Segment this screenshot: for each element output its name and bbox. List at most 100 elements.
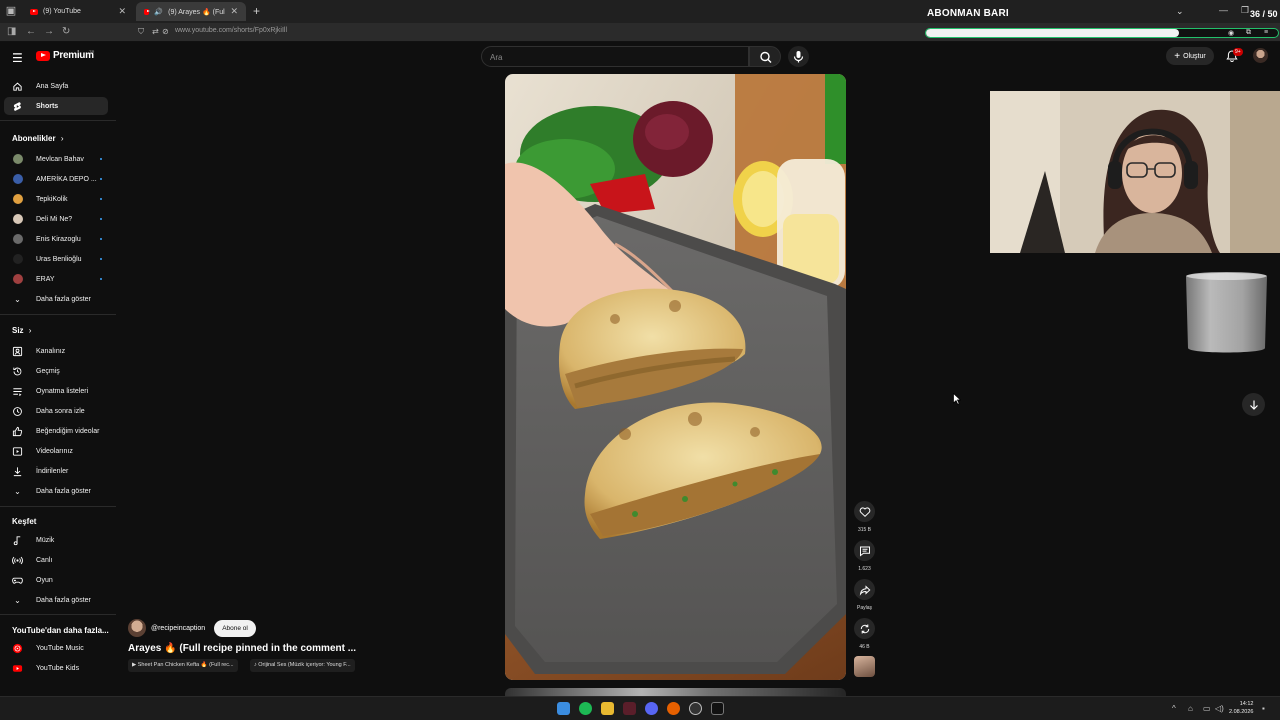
menu-icon[interactable]: ≡ bbox=[1264, 29, 1268, 36]
subscription-item[interactable]: TepkiKolik bbox=[4, 190, 108, 208]
download-icon bbox=[13, 466, 22, 476]
search-input[interactable]: Ara bbox=[481, 46, 749, 67]
sidebar-item-youtube-music[interactable]: YouTube Music bbox=[4, 639, 108, 657]
site-settings-icon[interactable]: ⇄ bbox=[152, 27, 159, 36]
browser-tab-shorts[interactable]: 🔊 (9) Arayes 🔥 (Full recipe p ✕ bbox=[136, 2, 246, 21]
create-label: Oluştur bbox=[1183, 52, 1206, 60]
account-avatar[interactable] bbox=[1253, 48, 1268, 63]
sidebar-item-youtube-kids[interactable]: YouTube Kids bbox=[4, 659, 108, 677]
home-icon bbox=[13, 81, 22, 91]
channel-avatar[interactable] bbox=[128, 619, 146, 637]
speaker-icon: 🔊 bbox=[154, 8, 164, 16]
channel-avatar bbox=[12, 234, 23, 244]
discord-icon[interactable] bbox=[645, 702, 658, 715]
sidebar-item-history[interactable]: Geçmiş bbox=[4, 362, 108, 380]
notification-center-icon[interactable]: ▪ bbox=[1262, 704, 1265, 713]
system-clock[interactable]: 14:12 2.08.2026 bbox=[1229, 700, 1253, 716]
create-button[interactable]: + Oluştur bbox=[1166, 47, 1214, 65]
next-short-preview[interactable] bbox=[505, 688, 846, 696]
sidebar-item-your-channel[interactable]: Kanalınız bbox=[4, 342, 108, 360]
comments-button[interactable] bbox=[854, 540, 875, 561]
restore-icon[interactable]: ❐ bbox=[1241, 5, 1249, 16]
subscription-item[interactable]: Deli Mi Ne? bbox=[4, 210, 108, 228]
browser-tab-bar: ▣ (9) YouTube ✕ 🔊 (9) Arayes 🔥 (Full rec… bbox=[0, 0, 1280, 23]
thumbs-up-icon bbox=[12, 426, 23, 436]
subscription-item[interactable]: ERAY bbox=[4, 270, 108, 288]
sidebar-item-downloads[interactable]: İndirilenler bbox=[4, 462, 108, 480]
sidebar-item-music[interactable]: Müzik bbox=[4, 531, 108, 549]
sound-thumbnail[interactable] bbox=[854, 656, 875, 677]
show-more-you[interactable]: ⌄ Daha fazla göster bbox=[4, 482, 108, 500]
short-title[interactable]: Arayes 🔥 (Full recipe pinned in the comm… bbox=[128, 643, 356, 654]
new-tab-icon[interactable]: + bbox=[253, 4, 260, 18]
voice-search-button[interactable] bbox=[788, 46, 809, 67]
comment-icon bbox=[859, 546, 870, 557]
file-explorer-icon[interactable] bbox=[601, 702, 614, 715]
shorts-video-player[interactable] bbox=[505, 74, 846, 680]
reload-icon[interactable]: ↻ bbox=[62, 26, 70, 38]
show-more-label: Daha fazla göster bbox=[36, 295, 91, 303]
sound-chip[interactable]: ♪ Orijinal Ses (Müzik içeriyor: Young F.… bbox=[250, 659, 355, 672]
like-button[interactable] bbox=[854, 501, 875, 522]
tab-actions-icon[interactable]: ▣ bbox=[4, 4, 18, 18]
related-video-chip[interactable]: ▶ Sheet Pan Chicken Kefta 🔥 (Full rec... bbox=[128, 659, 238, 672]
share-button[interactable] bbox=[854, 579, 875, 600]
channel-avatar bbox=[12, 274, 23, 284]
search-button[interactable] bbox=[749, 46, 781, 67]
sidebar-item-gaming[interactable]: Oyun bbox=[4, 571, 108, 589]
show-more-explore[interactable]: ⌄ Daha fazla göster bbox=[4, 591, 108, 609]
extensions-icon[interactable]: ⧉ bbox=[1246, 29, 1251, 37]
youtube-premium-logo[interactable]: Premium bbox=[36, 50, 94, 61]
url-field[interactable]: www.youtube.com/shorts/Fp0xRjkiIll bbox=[175, 27, 287, 34]
minimize-icon[interactable]: — bbox=[1219, 5, 1228, 15]
chevron-up-icon[interactable]: ^ bbox=[1172, 704, 1176, 713]
subscribe-button[interactable]: Abone ol bbox=[214, 619, 256, 637]
comment-count: 1.623 bbox=[858, 566, 871, 572]
chevron-down-icon[interactable]: ⌄ bbox=[1176, 6, 1184, 17]
sidebar-item-label: Canlı bbox=[36, 556, 53, 564]
forward-icon[interactable]: → bbox=[44, 26, 54, 38]
notification-badge: 9+ bbox=[1233, 48, 1243, 56]
sidebar-item-your-videos[interactable]: Videolarınız bbox=[4, 442, 108, 460]
mouse-cursor-icon bbox=[953, 393, 961, 405]
show-more-subscriptions[interactable]: ⌄ Daha fazla göster bbox=[4, 290, 108, 308]
section-title: Abonelikler bbox=[12, 134, 56, 143]
app-icon[interactable] bbox=[623, 702, 636, 715]
back-icon[interactable]: ← bbox=[26, 26, 36, 38]
next-short-button[interactable] bbox=[1242, 393, 1265, 416]
volume-icon[interactable]: ◁) bbox=[1215, 704, 1224, 713]
network-icon[interactable]: ▭ bbox=[1203, 704, 1211, 713]
terminal-icon[interactable] bbox=[711, 702, 724, 715]
youtube-logo-icon bbox=[36, 50, 50, 61]
remix-button[interactable] bbox=[854, 618, 875, 639]
you-header[interactable]: Siz › bbox=[12, 326, 31, 335]
new-content-dot bbox=[100, 218, 102, 220]
shield-icon[interactable]: ⛉ bbox=[138, 27, 144, 37]
close-tab-icon[interactable]: ✕ bbox=[230, 6, 238, 17]
browser-tab-youtube[interactable]: (9) YouTube ✕ bbox=[22, 2, 134, 21]
section-title: Siz bbox=[12, 326, 24, 335]
subscription-item[interactable]: AMERİKA DEPO ... bbox=[4, 170, 108, 188]
spotify-icon[interactable] bbox=[579, 702, 592, 715]
sidebar-toggle-icon[interactable]: ◨ bbox=[7, 26, 16, 38]
firefox-icon[interactable] bbox=[667, 702, 680, 715]
obs-icon[interactable] bbox=[689, 702, 702, 715]
subscription-item[interactable]: Enis Kirazoglu bbox=[4, 230, 108, 248]
start-menu-icon[interactable] bbox=[557, 702, 570, 715]
guide-menu-icon[interactable]: ☰ bbox=[12, 51, 23, 65]
subscription-item[interactable]: Uras Benlioğlu bbox=[4, 250, 108, 268]
new-content-dot bbox=[100, 158, 102, 160]
close-tab-icon[interactable]: ✕ bbox=[118, 6, 126, 17]
channel-handle[interactable]: @recipeincaption bbox=[151, 625, 205, 632]
sidebar-item-playlists[interactable]: Oynatma listeleri bbox=[4, 382, 108, 400]
language-icon[interactable]: ⌂ bbox=[1188, 704, 1193, 713]
sidebar-item-live[interactable]: Canlı bbox=[4, 551, 108, 569]
subscriptions-header[interactable]: Abonelikler › bbox=[12, 134, 63, 143]
sidebar-item-liked-videos[interactable]: Beğendiğim videolar bbox=[4, 422, 108, 440]
sidebar-item-watch-later[interactable]: Daha sonra izle bbox=[4, 402, 108, 420]
account-icon[interactable]: ◉ bbox=[1228, 29, 1234, 37]
sidebar-item-shorts[interactable]: Shorts bbox=[4, 97, 108, 115]
camera-blocked-icon[interactable]: ⊘ bbox=[162, 27, 169, 36]
sidebar-item-home[interactable]: Ana Sayfa bbox=[4, 77, 108, 95]
subscription-item[interactable]: Mevlcan Bahav bbox=[4, 150, 108, 168]
